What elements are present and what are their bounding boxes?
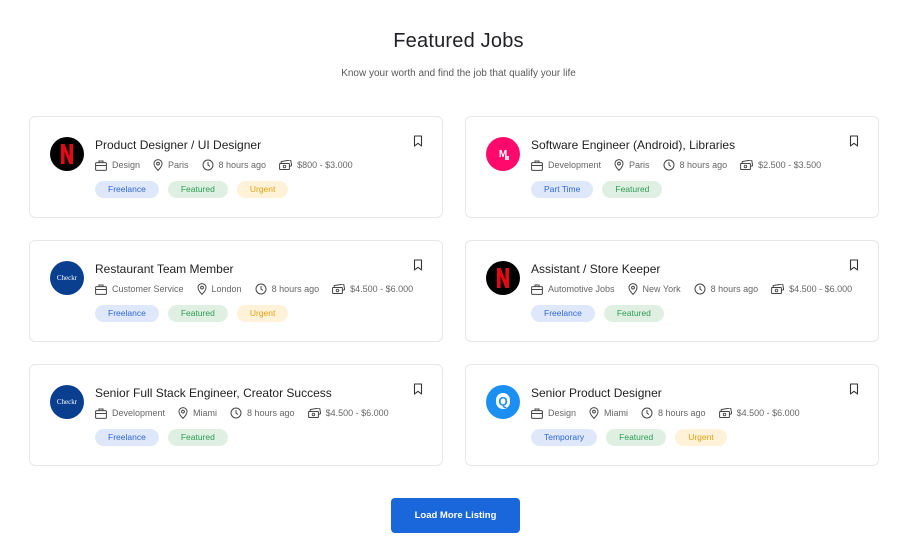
job-posted: 8 hours ago (679, 160, 728, 170)
job-card[interactable]: Q Senior Product Designer Design Miami 8… (465, 364, 879, 466)
company-logo-netflix (486, 261, 520, 295)
clock-icon (230, 407, 242, 419)
job-location: Miami (604, 408, 629, 418)
tag-featured[interactable]: Featured (602, 181, 663, 198)
money-icon (740, 159, 754, 170)
job-category: Design (112, 160, 141, 170)
map-pin-icon (178, 407, 188, 419)
job-location: Miami (193, 408, 218, 418)
tag-job-type[interactable]: Temporary (531, 429, 598, 446)
tag-featured[interactable]: Featured (606, 429, 667, 446)
job-salary: $4.500 - $6.000 (789, 284, 853, 294)
tag-featured[interactable]: Featured (603, 305, 664, 322)
job-category: Automotive Jobs (548, 284, 615, 294)
tag-featured[interactable]: Featured (167, 305, 228, 322)
section-subtitle: Know your worth and find the job that qu… (341, 68, 576, 79)
job-salary: $4.500 - $6.000 (325, 408, 389, 418)
section-title: Featured Jobs (393, 30, 524, 52)
job-card[interactable]: M Software Engineer (Android), Libraries… (465, 116, 879, 218)
job-title[interactable]: Restaurant Team Member (95, 262, 234, 276)
company-logo-checkr: Checkr (50, 261, 84, 295)
bookmark-icon[interactable] (849, 382, 859, 395)
clock-icon (202, 159, 214, 171)
job-card[interactable]: Product Designer / UI Designer Design Pa… (29, 116, 443, 218)
job-posted: 8 hours ago (658, 408, 706, 418)
tag-urgent[interactable]: Urgent (236, 181, 289, 198)
job-card[interactable]: Checkr Senior Full Stack Engineer, Creat… (29, 364, 443, 466)
map-pin-icon (589, 407, 599, 419)
tag-urgent[interactable]: Urgent (675, 429, 727, 446)
briefcase-icon (531, 284, 543, 295)
map-pin-icon (628, 283, 638, 295)
tag-job-type[interactable]: Freelance (95, 305, 159, 322)
job-title[interactable]: Software Engineer (Android), Libraries (531, 138, 735, 152)
clock-icon (694, 283, 706, 295)
job-category: Design (548, 408, 577, 418)
job-card[interactable]: Checkr Restaurant Team Member Customer S… (29, 240, 443, 342)
job-salary: $4.500 - $6.000 (736, 408, 800, 418)
job-location: Paris (629, 160, 650, 170)
map-pin-icon (614, 159, 624, 171)
tag-job-type[interactable]: Freelance (95, 181, 159, 198)
tag-featured[interactable]: Featured (167, 181, 228, 198)
job-card[interactable]: Assistant / Store Keeper Automotive Jobs… (465, 240, 879, 342)
company-logo-netflix (50, 137, 84, 171)
money-icon (718, 407, 732, 418)
job-category: Development (548, 160, 602, 170)
bookmark-icon[interactable] (413, 382, 423, 395)
bookmark-icon[interactable] (849, 134, 859, 147)
money-icon (771, 283, 785, 294)
company-logo-checkr: Checkr (50, 385, 84, 419)
map-pin-icon (153, 159, 163, 171)
briefcase-icon (95, 160, 107, 171)
bookmark-icon[interactable] (413, 134, 423, 147)
checkr-logo-text: Checkr (56, 274, 78, 282)
job-title[interactable]: Product Designer / UI Designer (95, 138, 261, 152)
job-title[interactable]: Senior Product Designer (531, 386, 662, 400)
svg-text:Q: Q (498, 395, 507, 409)
clock-icon (641, 407, 653, 419)
tag-featured[interactable]: Featured (167, 429, 228, 446)
money-icon (332, 283, 346, 294)
job-category: Development (112, 408, 166, 418)
job-posted: 8 hours ago (247, 408, 295, 418)
briefcase-icon (531, 160, 543, 171)
job-salary: $4.500 - $6.000 (350, 284, 414, 294)
company-logo-m: M (486, 137, 520, 171)
bookmark-icon[interactable] (413, 258, 423, 271)
briefcase-icon (95, 284, 107, 295)
briefcase-icon (95, 408, 107, 419)
tag-job-type[interactable]: Part Time (531, 181, 594, 198)
tag-urgent[interactable]: Urgent (236, 305, 289, 322)
bookmark-icon[interactable] (849, 258, 859, 271)
job-location: New York (642, 284, 681, 294)
job-title[interactable]: Assistant / Store Keeper (531, 262, 660, 276)
company-logo-q: Q (486, 385, 520, 419)
job-location: London (211, 284, 242, 294)
job-posted: 8 hours ago (710, 284, 759, 294)
jobs-grid: Product Designer / UI Designer Design Pa… (29, 116, 882, 468)
clock-icon (663, 159, 675, 171)
map-pin-icon (197, 283, 207, 295)
load-more-button[interactable]: Load More Listing (391, 498, 520, 533)
job-title[interactable]: Senior Full Stack Engineer, Creator Succ… (95, 386, 332, 400)
money-icon (279, 159, 293, 170)
checkr-logo-text: Checkr (56, 398, 78, 406)
job-posted: 8 hours ago (271, 284, 320, 294)
briefcase-icon (531, 408, 543, 419)
job-salary: $800 - $3.000 (297, 160, 353, 170)
money-icon (307, 407, 321, 418)
job-posted: 8 hours ago (218, 160, 267, 170)
tag-job-type[interactable]: Freelance (95, 429, 159, 446)
tag-job-type[interactable]: Freelance (531, 305, 595, 322)
clock-icon (255, 283, 267, 295)
job-location: Paris (168, 160, 189, 170)
job-salary: $2.500 - $3.500 (758, 160, 822, 170)
job-category: Customer Service (112, 284, 184, 294)
